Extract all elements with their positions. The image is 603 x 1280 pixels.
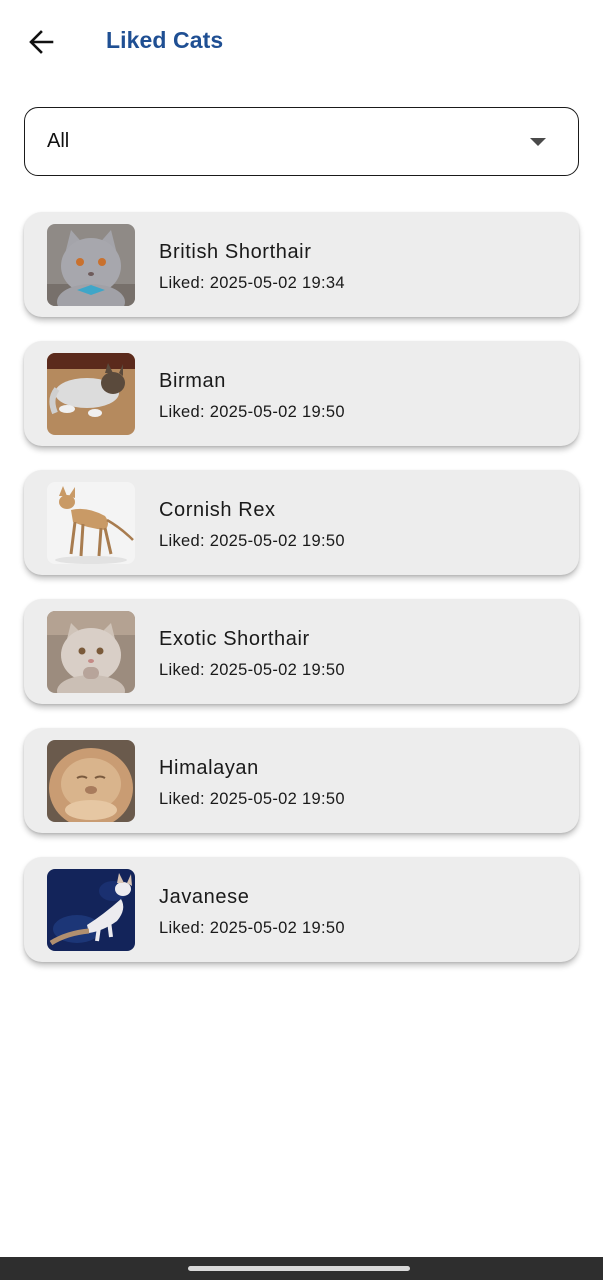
cat-card-exotic-shorthair[interactable]: Exotic Shorthair Liked: 2025-05-02 19:50 xyxy=(24,599,579,704)
cat-photo xyxy=(47,611,135,693)
liked-cats-list: British Shorthair Liked: 2025-05-02 19:3… xyxy=(24,212,579,986)
cat-liked-timestamp: Liked: 2025-05-02 19:34 xyxy=(159,274,345,292)
cat-card-birman[interactable]: Birman Liked: 2025-05-02 19:50 xyxy=(24,341,579,446)
cat-breed-name: Exotic Shorthair xyxy=(159,628,310,650)
cat-breed-name: Himalayan xyxy=(159,757,259,779)
cat-card-javanese[interactable]: Javanese Liked: 2025-05-02 19:50 xyxy=(24,857,579,962)
cat-card-himalayan[interactable]: Himalayan Liked: 2025-05-02 19:50 xyxy=(24,728,579,833)
cat-liked-timestamp: Liked: 2025-05-02 19:50 xyxy=(159,532,345,550)
cat-photo xyxy=(47,224,135,306)
cat-liked-timestamp: Liked: 2025-05-02 19:50 xyxy=(159,403,345,421)
cat-liked-timestamp: Liked: 2025-05-02 19:50 xyxy=(159,919,345,937)
filter-selected-value: All xyxy=(47,130,70,152)
cat-photo xyxy=(47,353,135,435)
system-navigation-bar xyxy=(0,1257,603,1280)
filter-dropdown[interactable]: All xyxy=(24,107,579,176)
app-bar: Liked Cats xyxy=(0,0,603,84)
cat-breed-name: Javanese xyxy=(159,886,250,908)
caret-down-icon xyxy=(530,138,546,146)
cat-card-cornish-rex[interactable]: Cornish Rex Liked: 2025-05-02 19:50 xyxy=(24,470,579,575)
cat-photo xyxy=(47,869,135,951)
arrow-left-icon xyxy=(29,30,54,54)
cat-liked-timestamp: Liked: 2025-05-02 19:50 xyxy=(159,790,345,808)
cat-photo xyxy=(47,482,135,564)
page-title: Liked Cats xyxy=(106,27,224,53)
home-gesture-handle[interactable] xyxy=(188,1266,410,1271)
cat-card-british-shorthair[interactable]: British Shorthair Liked: 2025-05-02 19:3… xyxy=(24,212,579,317)
cat-breed-name: British Shorthair xyxy=(159,241,312,263)
cat-photo xyxy=(47,740,135,822)
back-button[interactable] xyxy=(20,22,62,62)
cat-breed-name: Cornish Rex xyxy=(159,499,276,521)
cat-liked-timestamp: Liked: 2025-05-02 19:50 xyxy=(159,661,345,679)
cat-breed-name: Birman xyxy=(159,370,226,392)
